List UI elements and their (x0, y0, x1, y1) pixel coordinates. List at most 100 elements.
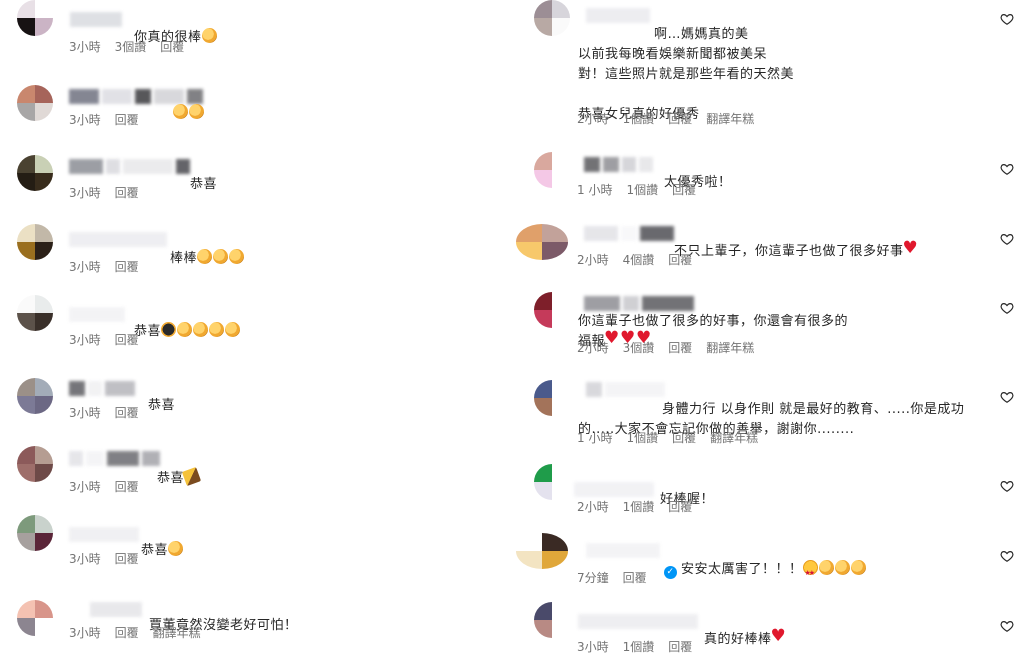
reply-button[interactable]: 回覆 (115, 404, 139, 421)
reply-button[interactable]: 回覆 (160, 38, 184, 55)
avatar[interactable] (534, 464, 570, 500)
heart-outline-icon[interactable] (1000, 390, 1014, 404)
avatar[interactable] (534, 602, 570, 638)
translate-button[interactable]: 翻譯年糕 (710, 429, 758, 446)
reply-button[interactable]: 回覆 (668, 339, 692, 356)
comment-body: 恭喜 (157, 471, 185, 486)
heart-outline-icon[interactable] (1000, 162, 1014, 176)
avatar[interactable] (17, 224, 53, 260)
reply-button[interactable]: 回覆 (668, 110, 692, 127)
heart-outline-icon[interactable] (1000, 479, 1014, 493)
username[interactable] (69, 305, 125, 323)
reply-button[interactable]: 回覆 (115, 258, 139, 275)
avatar[interactable] (17, 155, 53, 191)
comment-text: 不只上輩子，你這輩子也做了很多好事 (674, 222, 920, 262)
comment-body: 真的好棒棒 (704, 632, 772, 647)
avatar[interactable] (516, 224, 568, 260)
reply-button[interactable]: 回覆 (672, 181, 696, 198)
comment-item: 棒棒 3小時 回覆 (0, 224, 500, 274)
comment-meta: 2小時 4個讚 回覆 (577, 251, 692, 267)
clap-emoji-icon (173, 104, 188, 119)
avatar[interactable] (17, 0, 53, 36)
comment-meta: 3小時 回覆 (69, 404, 139, 420)
comment-body: 棒棒 (170, 251, 198, 266)
clap-emoji-icon (213, 249, 229, 264)
avatar[interactable] (534, 152, 570, 188)
clap-emoji-icon (818, 560, 834, 575)
username[interactable] (90, 600, 142, 618)
reply-button[interactable]: 回覆 (115, 184, 139, 201)
username[interactable] (69, 449, 160, 467)
comment-item: ✓ 安安太厲害了！！！ 7分鐘 回覆 (514, 533, 1024, 588)
likes-count[interactable]: 1個讚 (623, 110, 655, 127)
reply-button[interactable]: 回覆 (115, 624, 139, 641)
avatar[interactable] (17, 295, 53, 331)
comment-item: 恭喜 3小時 回覆 (0, 155, 500, 205)
comment-item: 啊…媽媽真的美 以前我每晚看娛樂新聞都被美呆 對！這些照片就是那些年看的天然美 … (514, 0, 1024, 135)
translate-button[interactable]: 翻譯年糕 (706, 110, 754, 127)
clap-emoji-icon (177, 322, 193, 337)
username[interactable] (586, 541, 660, 559)
timestamp: 3小時 (69, 112, 101, 127)
comment-item: 恭喜 3小時 回覆 (0, 376, 500, 426)
avatar[interactable] (17, 446, 53, 482)
heart-outline-icon[interactable] (1000, 301, 1014, 315)
comment-meta: 3小時 回覆 翻譯年糕 (69, 624, 201, 640)
reply-button[interactable]: 回覆 (668, 638, 692, 655)
comment-body: 安安太厲害了！！！ (681, 562, 803, 577)
username[interactable] (574, 480, 654, 498)
timestamp: 3小時 (577, 639, 609, 654)
username[interactable] (69, 157, 190, 175)
comment-meta: 1 小時 1個讚 回覆 (577, 181, 696, 197)
reply-button[interactable]: 回覆 (115, 111, 139, 128)
username[interactable] (70, 10, 122, 28)
avatar[interactable] (17, 378, 53, 414)
avatar[interactable] (17, 85, 53, 121)
likes-count[interactable]: 1個讚 (626, 181, 658, 198)
reply-button[interactable]: 回覆 (672, 429, 696, 446)
username[interactable] (69, 525, 139, 543)
reply-button[interactable]: 回覆 (115, 478, 139, 495)
reply-button[interactable]: 回覆 (668, 251, 692, 268)
comment-meta: 2小時 1個讚 回覆 翻譯年糕 (577, 110, 754, 126)
username[interactable] (584, 155, 653, 173)
timestamp: 3小時 (69, 185, 101, 200)
likes-count[interactable]: 1個讚 (623, 638, 655, 655)
clap-emoji-icon (168, 541, 184, 556)
avatar[interactable] (534, 380, 570, 416)
clap-emoji-icon (161, 322, 177, 337)
avatar[interactable] (534, 292, 570, 328)
likes-count[interactable]: 3個讚 (115, 38, 147, 55)
username[interactable] (584, 224, 674, 242)
comment-item: 恭喜 3小時 回覆 (0, 295, 500, 348)
comment-item: 身體力行 以身作則 就是最好的教育、.....你是成功 的.....大家不會忘記… (514, 378, 1024, 448)
party-popper-emoji-icon (181, 466, 202, 487)
comment-body: 不只上輩子，你這輩子也做了很多好事 (674, 244, 904, 259)
reply-button[interactable]: 回覆 (115, 331, 139, 348)
likes-count[interactable]: 1個讚 (626, 429, 658, 446)
reply-button[interactable]: 回覆 (623, 569, 647, 586)
username[interactable] (69, 379, 135, 397)
heart-outline-icon[interactable] (1000, 232, 1014, 246)
comment-meta: 3小時 3個讚 回覆 (69, 38, 184, 54)
likes-count[interactable]: 1個讚 (623, 498, 655, 515)
star-struck-emoji-icon (802, 560, 818, 583)
timestamp: 2小時 (577, 340, 609, 355)
reply-button[interactable]: 回覆 (668, 498, 692, 515)
comment-meta: 1 小時 1個讚 回覆 翻譯年糕 (577, 429, 758, 445)
username[interactable] (69, 230, 167, 248)
username[interactable] (578, 612, 698, 630)
avatar[interactable] (516, 533, 568, 569)
reply-button[interactable]: 回覆 (115, 550, 139, 567)
timestamp: 1 小時 (577, 430, 613, 445)
translate-button[interactable]: 翻譯年糕 (153, 624, 201, 641)
heart-outline-icon[interactable] (1000, 12, 1014, 26)
heart-outline-icon[interactable] (1000, 549, 1014, 563)
avatar[interactable] (534, 0, 570, 36)
avatar[interactable] (17, 600, 53, 636)
heart-outline-icon[interactable] (1000, 619, 1014, 633)
avatar[interactable] (17, 515, 53, 551)
likes-count[interactable]: 3個讚 (623, 339, 655, 356)
likes-count[interactable]: 4個讚 (623, 251, 655, 268)
translate-button[interactable]: 翻譯年糕 (706, 339, 754, 356)
